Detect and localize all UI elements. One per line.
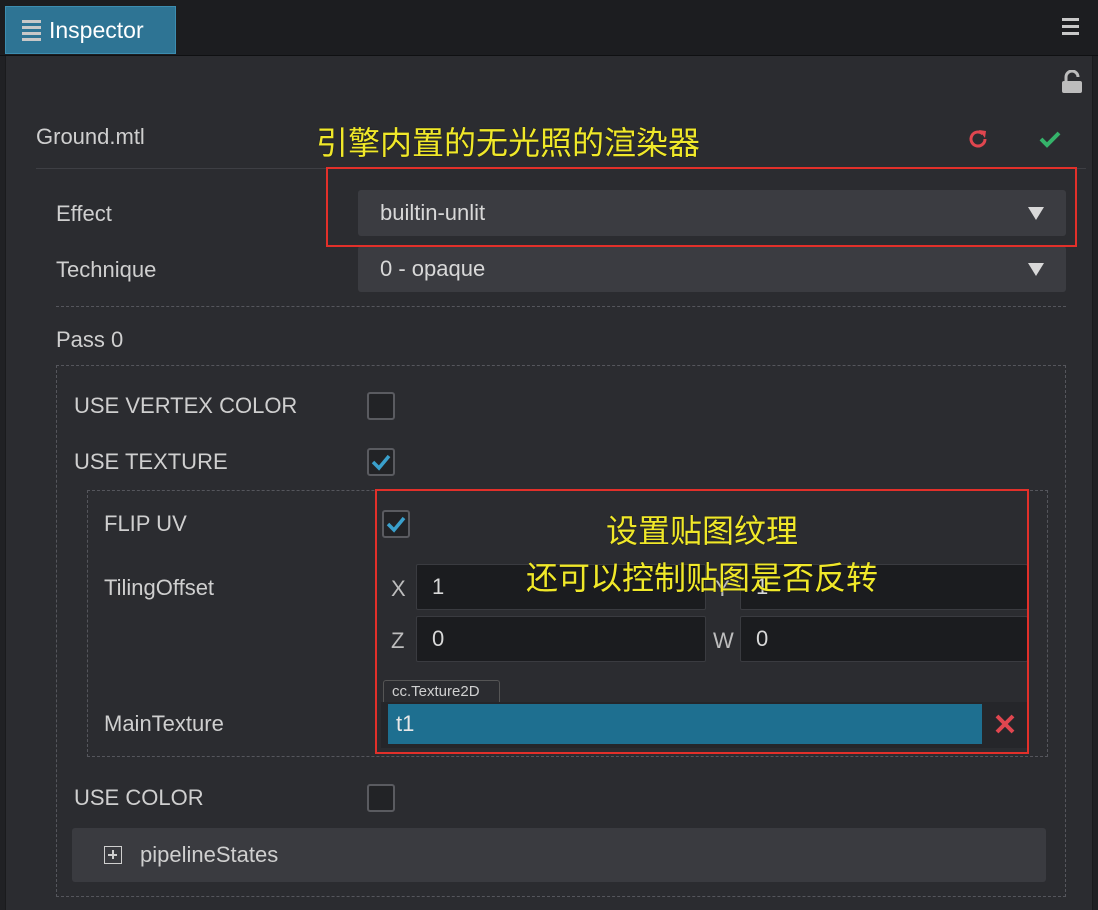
use-texture-checkbox[interactable] bbox=[367, 448, 395, 476]
document-icon bbox=[22, 19, 41, 41]
tiling-offset-label: TilingOffset bbox=[104, 575, 215, 600]
use-vertex-color-checkbox[interactable] bbox=[367, 392, 395, 420]
texture-annotation-line2: 还可以控制贴图是否反转 bbox=[525, 559, 878, 597]
hamburger-menu-icon[interactable] bbox=[1062, 18, 1080, 36]
check-icon[interactable] bbox=[1038, 127, 1062, 151]
effect-annotation: 引擎内置的无光照的渲染器 bbox=[316, 124, 701, 162]
use-color-label: USE COLOR bbox=[74, 785, 204, 810]
effect-label: Effect bbox=[56, 201, 112, 226]
technique-select[interactable]: 0 - opaque bbox=[358, 246, 1066, 292]
texture-annotation-line1: 设置贴图纹理 bbox=[605, 512, 798, 550]
asset-name: Ground.mtl bbox=[36, 124, 145, 149]
triangle-down-icon bbox=[1028, 263, 1044, 276]
pipeline-states-label: pipelineStates bbox=[140, 842, 279, 867]
pass-title: Pass 0 bbox=[56, 327, 124, 352]
use-color-checkbox[interactable] bbox=[367, 784, 395, 812]
revert-icon[interactable] bbox=[966, 127, 990, 151]
tab-label: Inspector bbox=[49, 16, 144, 43]
main-texture-label: MainTexture bbox=[104, 711, 224, 736]
technique-label: Technique bbox=[56, 257, 157, 282]
pipeline-states-row[interactable]: pipelineStates bbox=[72, 828, 1046, 882]
use-texture-label: USE TEXTURE bbox=[74, 449, 228, 474]
check-icon bbox=[371, 454, 391, 471]
tab-inspector[interactable]: Inspector bbox=[5, 6, 176, 54]
effect-highlight-box bbox=[326, 167, 1077, 247]
plus-box-icon[interactable] bbox=[104, 846, 122, 864]
section-divider bbox=[56, 306, 1066, 307]
unlock-icon[interactable] bbox=[1061, 70, 1083, 94]
use-vertex-color-label: USE VERTEX COLOR bbox=[74, 393, 298, 418]
technique-value: 0 - opaque bbox=[380, 256, 486, 281]
flip-uv-label: FLIP UV bbox=[104, 511, 187, 536]
